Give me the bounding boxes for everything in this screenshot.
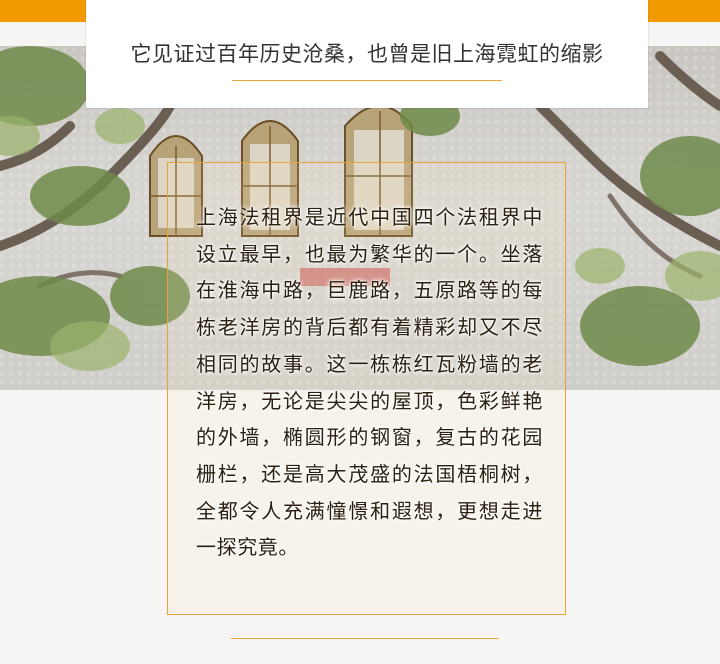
orange-band-left	[0, 0, 86, 22]
title-card: 它见证过百年历史沧桑，也曾是旧上海霓虹的缩影	[86, 0, 648, 108]
page-title: 它见证过百年历史沧桑，也曾是旧上海霓虹的缩影	[130, 42, 604, 66]
orange-band-right	[648, 0, 720, 22]
article-body: 上海法租界是近代中国四个法租界中设立最早，也最为繁华的一个。坐落在淮海中路，巨鹿…	[196, 205, 543, 560]
article-box: 上海法租界是近代中国四个法租界中设立最早，也最为繁华的一个。坐落在淮海中路，巨鹿…	[167, 162, 566, 615]
title-divider	[232, 80, 502, 81]
bottom-divider	[231, 638, 499, 639]
